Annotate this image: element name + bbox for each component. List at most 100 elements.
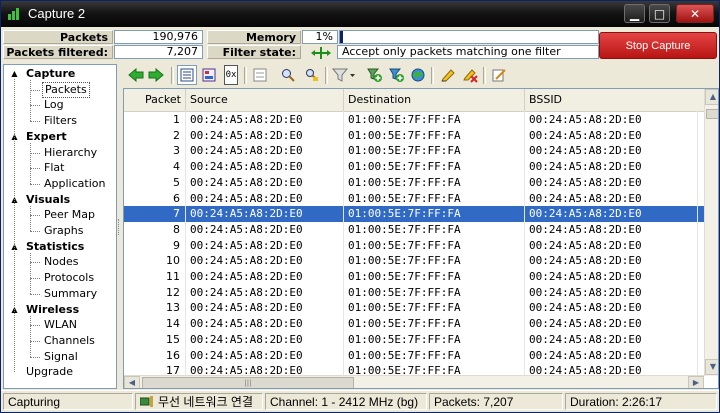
packet-source: 00:24:A5:A8:2D:E0 [190, 285, 303, 299]
tree-item-wlan[interactable]: WLAN [42, 317, 79, 333]
packet-row[interactable]: 5 00:24:A5:A8:2D:E0 01:00:5E:7F:FF:FA 00:24… [124, 175, 704, 191]
maximize-button[interactable]: □ [649, 4, 670, 23]
packet-bssid: 00:24:A5:A8:2D:E0 [529, 254, 642, 268]
tree-item-signal[interactable]: Signal [42, 349, 80, 365]
scroll-up-icon[interactable]: ▲ [705, 89, 718, 105]
packet-source: 00:24:A5:A8:2D:E0 [190, 348, 303, 362]
vertical-scrollbar[interactable]: ▲ ▼ [704, 89, 718, 376]
tree-item-graphs[interactable]: Graphs [42, 223, 85, 239]
packet-bssid: 00:24:A5:A8:2D:E0 [529, 128, 642, 142]
clear-highlight-icon[interactable] [461, 66, 479, 84]
packet-row[interactable]: 8 00:24:A5:A8:2D:E0 01:00:5E:7F:FF:FA 00:24… [124, 222, 704, 238]
horizontal-scrollbar[interactable]: ◀ ||| ▶ [124, 375, 704, 388]
filter-state-value: Accept only packets matching one filter [337, 45, 599, 59]
packet-number: 7 [173, 207, 180, 221]
hex-view-icon[interactable]: 0x [222, 65, 240, 85]
network-filter-icon[interactable] [409, 66, 427, 84]
tree-item-filters[interactable]: Filters [42, 113, 79, 129]
packet-row[interactable]: 15 00:24:A5:A8:2D:E0 01:00:5E:7F:FF:FA 00:2… [124, 332, 704, 348]
vertical-scroll-thumb[interactable] [706, 109, 718, 119]
packet-row[interactable]: 10 00:24:A5:A8:2D:E0 01:00:5E:7F:FF:FA 00:2… [124, 253, 704, 269]
app-icon [8, 8, 19, 20]
packet-source: 00:24:A5:A8:2D:E0 [190, 238, 303, 252]
toolbar-separator [431, 67, 434, 84]
list-view-icon[interactable] [177, 65, 197, 85]
tree-item-log[interactable]: Log [42, 97, 66, 113]
tree-connector [30, 152, 40, 154]
packet-row[interactable]: 3 00:24:A5:A8:2D:E0 01:00:5E:7F:FF:FA 00:24… [124, 143, 704, 159]
tree-item-summary[interactable]: Summary [42, 286, 99, 302]
packet-row[interactable]: 9 00:24:A5:A8:2D:E0 01:00:5E:7F:FF:FA 00:24… [124, 238, 704, 254]
tree-item-label: Upgrade [26, 365, 74, 379]
tree-group-label: Wireless [26, 302, 80, 316]
packet-row[interactable]: 14 00:24:A5:A8:2D:E0 01:00:5E:7F:FF:FA 00:2… [124, 316, 704, 332]
tree-connector [30, 89, 40, 91]
back-arrow-icon[interactable] [127, 66, 145, 84]
packet-row[interactable]: 2 00:24:A5:A8:2D:E0 01:00:5E:7F:FF:FA 00:24… [124, 128, 704, 144]
splitter-grip[interactable] [118, 219, 122, 235]
packet-number: 1 [173, 113, 180, 126]
tree-connector [30, 325, 40, 327]
packet-row[interactable]: 16 00:24:A5:A8:2D:E0 01:00:5E:7F:FF:FA 00:2… [124, 348, 704, 364]
column-header-source[interactable]: Source [186, 89, 344, 111]
insert-filter-icon[interactable] [365, 66, 383, 84]
packet-row[interactable]: 13 00:24:A5:A8:2D:E0 01:00:5E:7F:FF:FA 00:2… [124, 300, 704, 316]
packet-row[interactable]: 7 00:24:A5:A8:2D:E0 01:00:5E:7F:FF:FA 00:24… [124, 206, 704, 222]
filter-state-icon[interactable] [311, 46, 331, 60]
column-divider [185, 111, 186, 376]
find-next-icon[interactable] [303, 66, 321, 84]
edit-icon[interactable] [490, 66, 508, 84]
packet-source: 00:24:A5:A8:2D:E0 [190, 160, 303, 174]
tree-group-label: Visuals [26, 192, 71, 206]
scroll-right-icon[interactable]: ▶ [688, 376, 704, 388]
packet-number: 15 [166, 332, 180, 346]
ascii-view-icon[interactable] [251, 66, 269, 84]
tree-connector [30, 215, 40, 217]
highlight-icon[interactable] [439, 66, 457, 84]
duration-status: Duration: 2:26:17 [565, 393, 717, 410]
tree-item-protocols[interactable]: Protocols [42, 270, 96, 286]
packet-row[interactable]: 1 00:24:A5:A8:2D:E0 01:00:5E:7F:FF:FA 00:24… [124, 112, 704, 128]
status-bar: Capturing 무선 네트워크 연결 Channel: 1 - 2412 M… [1, 390, 719, 412]
packet-bssid: 00:24:A5:A8:2D:E0 [529, 191, 642, 205]
tree-connector [30, 356, 40, 358]
title-bar[interactable]: Capture 2 ▁ □ ✕ [1, 1, 719, 27]
packet-list-header: Packet Source Destination BSSID [124, 89, 704, 112]
adapter-status: 무선 네트워크 연결 [135, 393, 263, 410]
column-header-packet[interactable]: Packet [124, 89, 186, 111]
packet-number: 16 [166, 348, 180, 362]
collapse-toggle-icon[interactable]: ▲ [10, 69, 19, 78]
packet-row[interactable]: 6 00:24:A5:A8:2D:E0 01:00:5E:7F:FF:FA 00:24… [124, 191, 704, 207]
column-divider [697, 111, 698, 376]
tree-item-hierarchy[interactable]: Hierarchy [42, 145, 99, 161]
packet-bssid: 00:24:A5:A8:2D:E0 [529, 285, 642, 299]
tree-connector [30, 293, 40, 295]
add-filter-icon[interactable] [387, 66, 405, 84]
minimize-button[interactable]: ▁ [624, 4, 645, 23]
packet-row[interactable]: 4 00:24:A5:A8:2D:E0 01:00:5E:7F:FF:FA 00:24… [124, 159, 704, 175]
stop-capture-button[interactable]: Stop Capture [599, 32, 717, 59]
tree-item-application[interactable]: Application [42, 176, 107, 192]
tree-connector [30, 340, 40, 342]
packet-source: 00:24:A5:A8:2D:E0 [190, 270, 303, 283]
tree-group-label: Expert [26, 129, 67, 143]
filter-icon[interactable] [331, 66, 357, 84]
tree-item-peer-map[interactable]: Peer Map [42, 207, 97, 223]
column-header-bssid[interactable]: BSSID [525, 89, 704, 111]
tree-item-packets[interactable]: Packets [42, 81, 90, 98]
horizontal-scroll-thumb[interactable]: ||| [142, 377, 354, 388]
packet-destination: 01:00:5E:7F:FF:FA [348, 175, 461, 189]
tree-item-nodes[interactable]: Nodes [42, 254, 80, 270]
column-header-destination[interactable]: Destination [344, 89, 525, 111]
packet-row[interactable]: 12 00:24:A5:A8:2D:E0 01:00:5E:7F:FF:FA 00:2… [124, 285, 704, 301]
close-button[interactable]: ✕ [676, 4, 714, 23]
tree-item-flat[interactable]: Flat [42, 160, 66, 176]
find-icon[interactable] [279, 66, 297, 84]
decode-view-icon[interactable] [200, 66, 218, 84]
scroll-down-icon[interactable]: ▼ [705, 359, 718, 375]
tree-item-channels[interactable]: Channels [42, 333, 97, 349]
packet-row[interactable]: 11 00:24:A5:A8:2D:E0 01:00:5E:7F:FF:FA 00:2… [124, 269, 704, 285]
packet-destination: 01:00:5E:7F:FF:FA [348, 160, 461, 174]
forward-arrow-icon[interactable] [147, 66, 165, 84]
scroll-left-icon[interactable]: ◀ [124, 376, 140, 388]
